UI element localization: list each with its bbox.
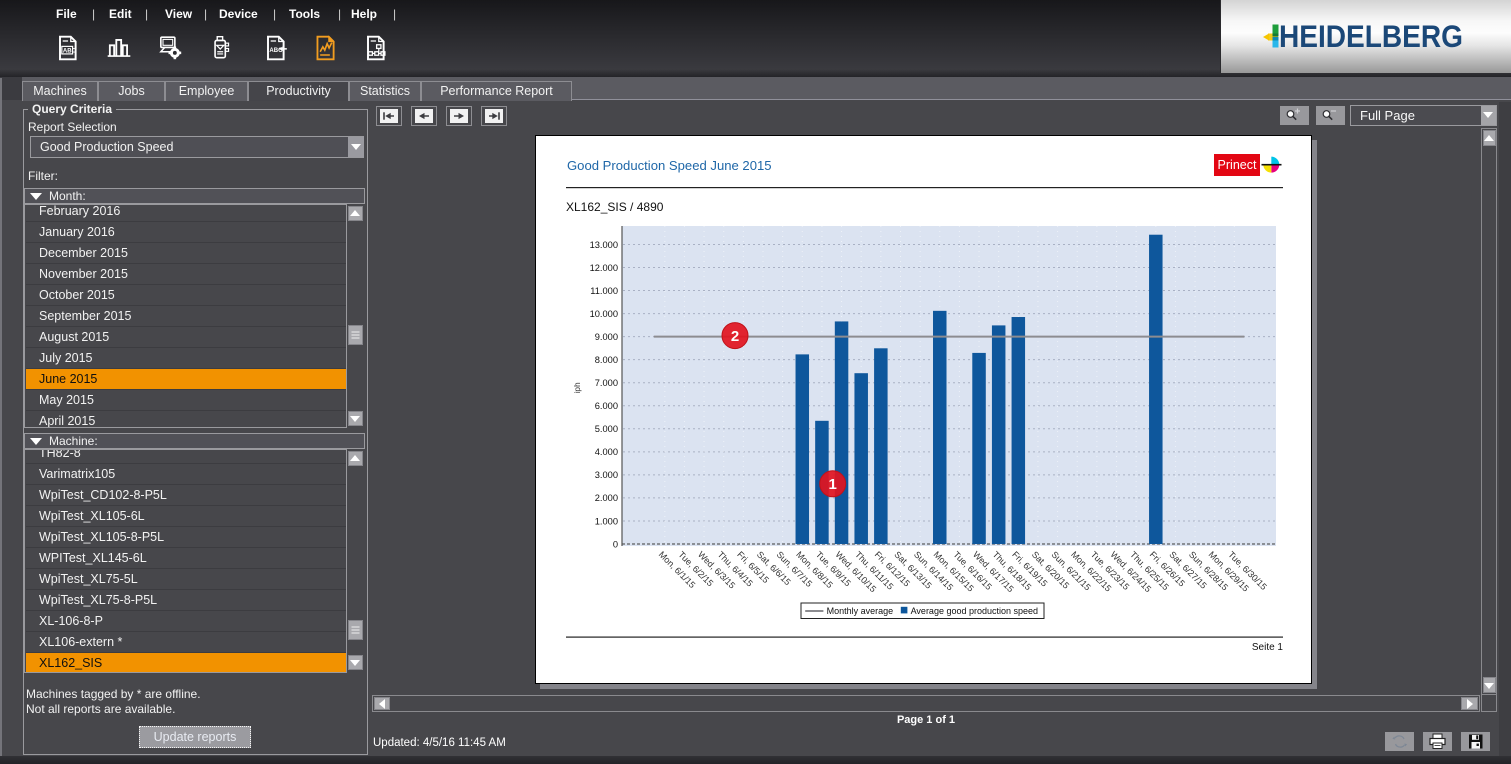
- svg-text:Good Production Speed June 201: Good Production Speed June 2015: [567, 158, 772, 173]
- svg-text:7.000: 7.000: [595, 378, 618, 388]
- svg-text:0: 0: [613, 539, 618, 549]
- svg-text:10.000: 10.000: [590, 309, 618, 319]
- svg-text:Monthly average: Monthly average: [827, 606, 894, 616]
- svg-text:Prinect: Prinect: [1218, 158, 1257, 172]
- svg-text:8.000: 8.000: [595, 355, 618, 365]
- svg-text:2: 2: [731, 328, 739, 345]
- svg-text:Average good production speed: Average good production speed: [911, 606, 1038, 616]
- svg-text:ABC: ABC: [63, 49, 77, 55]
- svg-text:9.000: 9.000: [595, 332, 618, 342]
- svg-text:2.000: 2.000: [595, 493, 618, 503]
- svg-text:12.000: 12.000: [590, 263, 618, 273]
- svg-text:XL162_SIS / 4890: XL162_SIS / 4890: [566, 200, 664, 214]
- svg-text:HEIDELBERG: HEIDELBERG: [1279, 18, 1463, 54]
- svg-text:4.000: 4.000: [595, 447, 618, 457]
- svg-text:1.000: 1.000: [595, 516, 618, 526]
- svg-text:5.000: 5.000: [595, 424, 618, 434]
- svg-text:13.000: 13.000: [590, 240, 618, 250]
- svg-text:11.000: 11.000: [590, 286, 618, 296]
- svg-text:3.000: 3.000: [595, 470, 618, 480]
- svg-text:1: 1: [829, 476, 837, 493]
- svg-text:Seite 1: Seite 1: [1252, 642, 1284, 653]
- svg-text:6.000: 6.000: [595, 401, 618, 411]
- svg-text:iph: iph: [572, 382, 582, 394]
